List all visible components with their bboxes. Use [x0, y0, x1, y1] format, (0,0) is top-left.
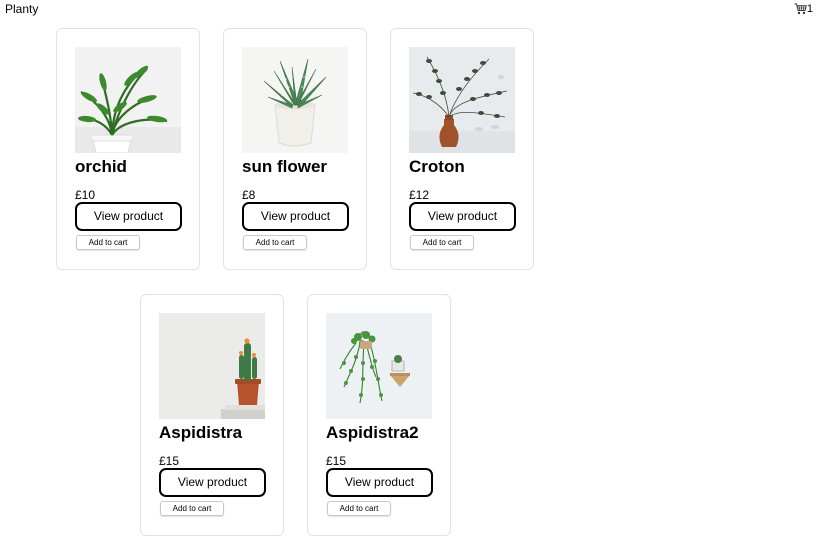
product-card: sun flower £8 View product Add to cart: [223, 28, 367, 270]
view-product-button[interactable]: View product: [75, 202, 182, 231]
cactus-pot-image: [159, 313, 265, 419]
product-name: Aspidistra: [159, 423, 243, 442]
view-product-button[interactable]: View product: [326, 468, 433, 497]
product-price: £10: [75, 188, 96, 202]
product-price: £15: [326, 454, 347, 468]
product-name: sun flower: [242, 157, 328, 176]
product-image[interactable]: [409, 47, 515, 153]
add-to-cart-button[interactable]: Add to cart: [160, 501, 224, 516]
product-card: Croton £12 View product Add to cart: [390, 28, 534, 270]
product-name: Aspidistra2: [326, 423, 419, 442]
product-card: Aspidistra £15 View product Add to cart: [140, 294, 284, 536]
view-product-button[interactable]: View product: [159, 468, 266, 497]
product-image[interactable]: [159, 313, 265, 419]
palm-plant-image: [75, 47, 181, 153]
product-card: Aspidistra2 £15 View product Add to cart: [307, 294, 451, 536]
product-price: £8: [242, 188, 256, 202]
add-to-cart-button[interactable]: Add to cart: [410, 235, 474, 250]
product-price: £12: [409, 188, 430, 202]
product-grid: orchid £10 View product Add to cart sun …: [0, 0, 816, 545]
product-image[interactable]: [242, 47, 348, 153]
hanging-plant-image: [326, 313, 432, 419]
product-price: £15: [159, 454, 180, 468]
succulent-image: [242, 47, 348, 153]
product-image[interactable]: [326, 313, 432, 419]
add-to-cart-button[interactable]: Add to cart: [327, 501, 391, 516]
add-to-cart-button[interactable]: Add to cart: [243, 235, 307, 250]
eucalyptus-vase-image: [409, 47, 515, 153]
add-to-cart-button[interactable]: Add to cart: [76, 235, 140, 250]
product-image[interactable]: [75, 47, 181, 153]
view-product-button[interactable]: View product: [242, 202, 349, 231]
product-card: orchid £10 View product Add to cart: [56, 28, 200, 270]
product-name: Croton: [409, 157, 465, 176]
product-name: orchid: [75, 157, 127, 176]
view-product-button[interactable]: View product: [409, 202, 516, 231]
